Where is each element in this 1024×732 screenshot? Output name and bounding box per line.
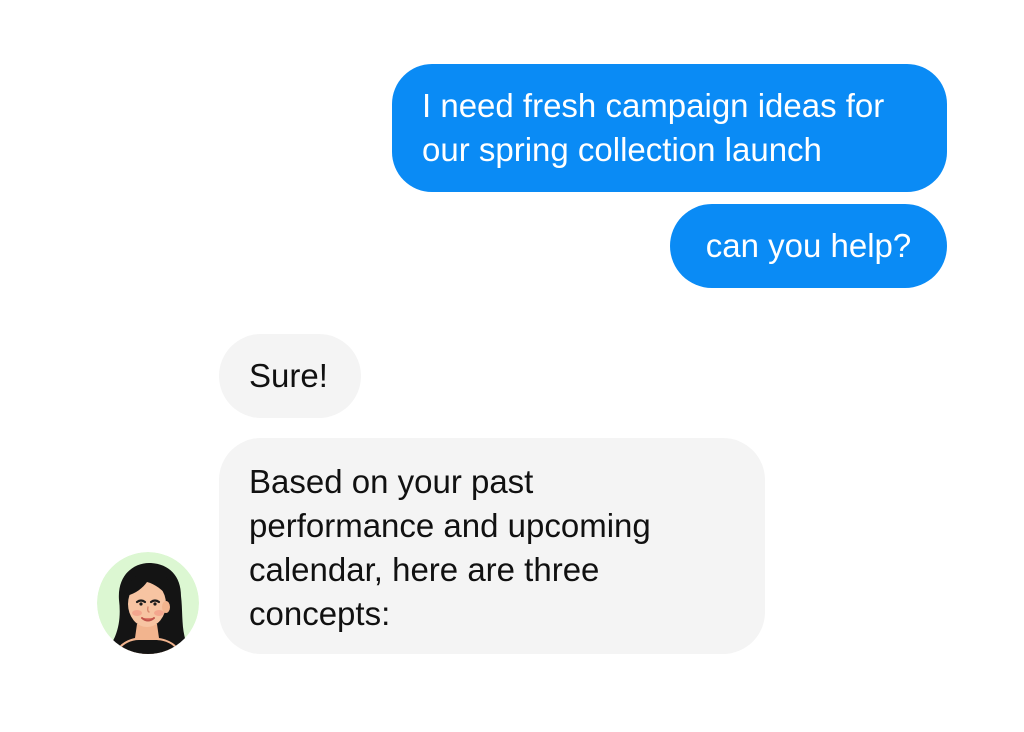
message-text-line: performance and upcoming <box>249 507 651 544</box>
message-text-line: can you help? <box>705 227 912 264</box>
woman-avatar-icon <box>97 552 199 654</box>
outgoing-message-bubble: can you help? <box>670 204 947 288</box>
message-text-line: Sure! <box>249 357 328 394</box>
message-text-line: I need fresh campaign ideas for <box>422 87 885 124</box>
chat-thread: I need fresh campaign ideas for our spri… <box>0 0 1024 732</box>
incoming-message-bubble: Sure! <box>219 334 361 418</box>
incoming-message-bubble: Based on your past performance and upcom… <box>219 438 765 654</box>
message-text-line: concepts: <box>249 595 391 632</box>
message-text-line: Based on your past <box>249 463 534 500</box>
message-text-line: calendar, here are three <box>249 551 600 588</box>
message-text-line: our spring collection launch <box>422 131 822 168</box>
outgoing-message-bubble: I need fresh campaign ideas for our spri… <box>392 64 947 192</box>
